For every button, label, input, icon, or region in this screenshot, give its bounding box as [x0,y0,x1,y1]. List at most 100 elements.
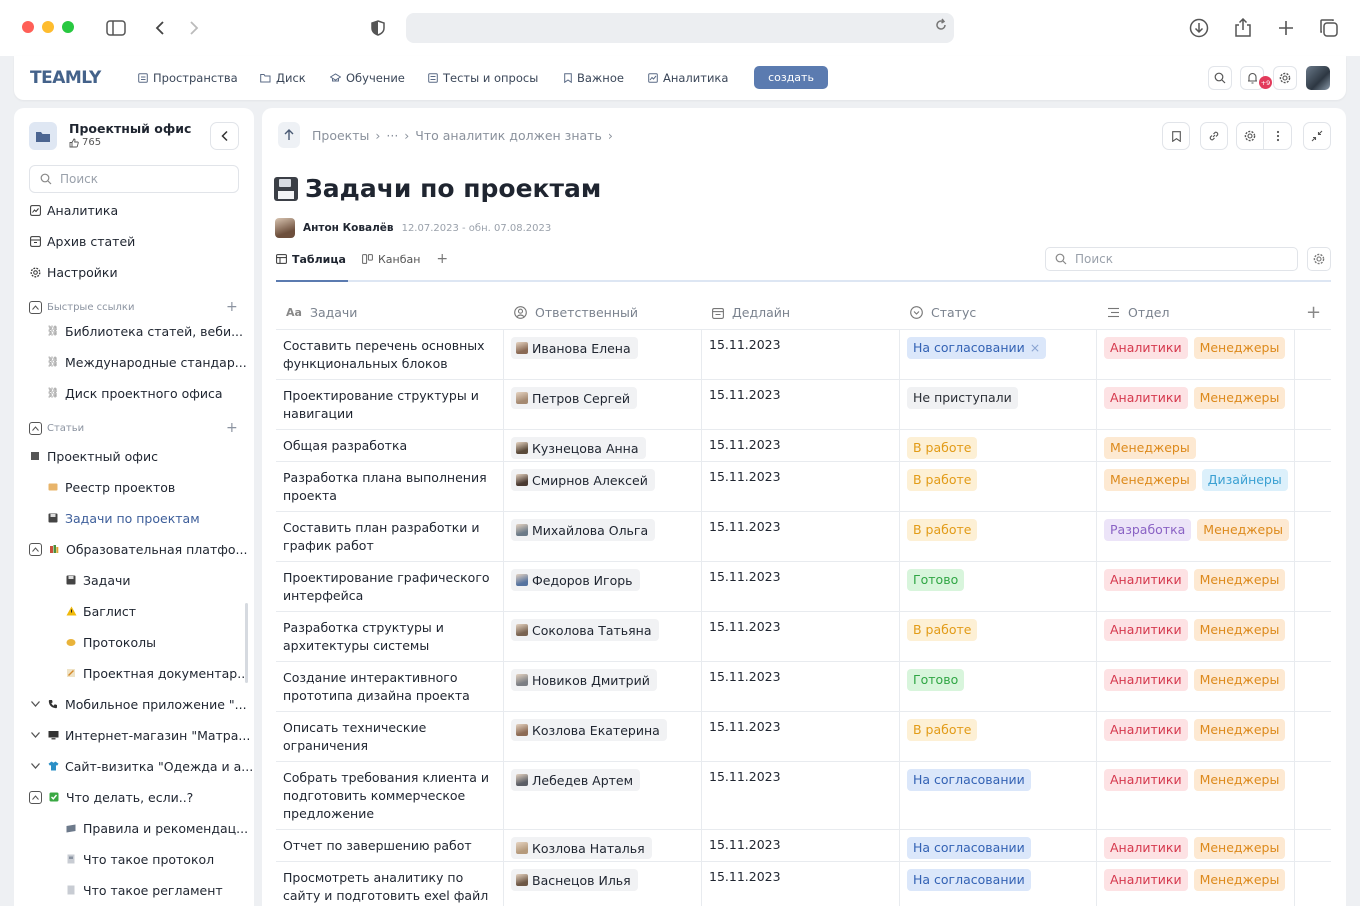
column-header-department[interactable]: Отдел [1097,296,1169,329]
forward-icon[interactable] [182,16,206,40]
assignee-chip[interactable]: Петров Сергей [511,387,638,409]
cell-assignee[interactable]: Козлова Наталья [504,830,700,861]
tree-item-registry[interactable]: Реестр проектов [47,478,175,496]
cell-task[interactable]: Просмотреть аналитику по сайту и подгото… [276,862,502,906]
articles-section[interactable]: Статьи [29,422,84,435]
cell-deadline[interactable]: 15.11.2023 [702,662,898,711]
cell-status[interactable]: Не приступали [900,380,1096,429]
department-tag[interactable]: Менеджеры [1193,569,1286,591]
shield-icon[interactable] [366,16,390,40]
department-tag[interactable]: Аналитики [1104,719,1188,741]
cell-department[interactable]: Аналитики Менеджеры [1097,712,1293,761]
cell-assignee[interactable]: Новиков Дмитрий [504,662,700,711]
cell-department[interactable]: Аналитики Менеджеры [1097,330,1293,379]
table-row[interactable]: Просмотреть аналитику по сайту и подгото… [276,861,1331,906]
assignee-chip[interactable]: Михайлова Ольга [511,519,656,541]
cell-status[interactable]: На согласовании [900,762,1096,829]
cell-department[interactable]: Аналитики Менеджеры [1097,662,1293,711]
column-header-status[interactable]: Статус [900,296,976,329]
table-row[interactable]: Общая разработка Кузнецова Анна 15.11.2023… [276,429,1331,461]
department-tag[interactable]: Разработка [1104,519,1192,541]
tab-kanban[interactable]: Канбан [362,253,420,266]
status-badge[interactable]: Готово [907,569,965,591]
reload-icon[interactable] [934,18,948,32]
department-tag[interactable]: Аналитики [1104,337,1188,359]
cell-deadline[interactable]: 15.11.2023 [702,512,898,561]
sidebar-scrollbar[interactable] [245,603,248,683]
department-tag[interactable]: Менеджеры [1193,619,1286,641]
maximize-window-dot[interactable] [62,21,74,33]
department-tag[interactable]: Менеджеры [1193,337,1286,359]
assignee-chip[interactable]: Смирнов Алексей [511,469,655,491]
cell-assignee[interactable]: Соколова Татьяна [504,612,700,661]
page-settings-button[interactable] [1236,122,1264,150]
tree-item-protocols[interactable]: Протоколы [65,633,156,651]
cell-assignee[interactable]: Петров Сергей [504,380,700,429]
cell-task[interactable]: Проектирование структуры и навигации [276,380,502,429]
cell-deadline[interactable]: 15.11.2023 [702,712,898,761]
cell-department[interactable]: Аналитики Менеджеры [1097,830,1293,861]
department-tag[interactable]: Менеджеры [1193,869,1286,891]
cell-department[interactable]: Аналитики Менеджеры [1097,862,1293,906]
department-tag[interactable]: Менеджеры [1197,519,1290,541]
sidebar-item-archive[interactable]: Архив статей [29,232,135,250]
share-icon[interactable] [1231,16,1255,40]
status-badge[interactable]: Готово [907,669,965,691]
cell-status[interactable]: Готово [900,562,1096,611]
assignee-chip[interactable]: Новиков Дмитрий [511,669,657,691]
department-tag[interactable]: Аналитики [1104,769,1188,791]
breadcrumb-analyst[interactable]: Что аналитик должен знать [415,128,602,143]
status-badge[interactable]: На согласовании [907,837,1031,859]
sidebar-item-settings[interactable]: Настройки [29,263,118,281]
table-row[interactable]: Отчет по завершению работ Козлова Наталья… [276,829,1331,861]
minimize-window-dot[interactable] [42,21,54,33]
tree-item-project-tasks[interactable]: Задачи по проектам [47,509,200,527]
cell-task[interactable]: Создание интерактивного прототипа дизайн… [276,662,502,711]
cell-deadline[interactable]: 15.11.2023 [702,762,898,829]
quick-link-item[interactable]: ⛓ Диск проектного офиса [47,384,223,402]
nav-important[interactable]: Важное [564,71,624,85]
cell-deadline[interactable]: 15.11.2023 [702,380,898,429]
status-badge[interactable]: В работе [907,619,978,641]
cell-department[interactable]: Аналитики Менеджеры [1097,562,1293,611]
quick-link-item[interactable]: ⛓ Библиотека статей, веби... [47,322,243,340]
cell-assignee[interactable]: Кузнецова Анна [504,430,700,461]
tree-item-tasks[interactable]: Задачи [65,571,131,589]
collapse-icon[interactable] [29,542,42,556]
column-header-deadline[interactable]: Дедлайн [702,296,790,329]
cell-deadline[interactable]: 15.11.2023 [702,330,898,379]
bookmark-button[interactable] [1162,122,1190,150]
cell-assignee[interactable]: Федоров Игорь [504,562,700,611]
department-tag[interactable]: Менеджеры [1104,469,1196,491]
cell-department[interactable]: Аналитики Менеджеры [1097,762,1293,829]
assignee-chip[interactable]: Иванова Елена [511,337,638,359]
table-row[interactable]: Собрать требования клиента и подготовить… [276,761,1331,829]
global-search-button[interactable] [1208,66,1232,90]
cell-deadline[interactable]: 15.11.2023 [702,562,898,611]
department-tag[interactable]: Менеджеры [1193,769,1286,791]
department-tag[interactable]: Менеджеры [1193,387,1286,409]
cell-status[interactable]: На согласовании [900,862,1096,906]
quick-link-item[interactable]: ⛓ Международные стандар... [47,353,247,371]
cell-department[interactable]: Разработка Менеджеры [1097,512,1293,561]
more-options-button[interactable] [1264,122,1292,150]
chevron-down-icon[interactable] [29,698,41,710]
status-badge[interactable]: В работе [907,437,978,459]
quick-links-section[interactable]: Быстрые ссылки [29,301,134,314]
status-badge[interactable]: В работе [907,719,978,741]
cell-task[interactable]: Проектирование графического интерфейса [276,562,502,611]
user-avatar[interactable] [1306,66,1330,90]
cell-deadline[interactable]: 15.11.2023 [702,830,898,861]
tree-item-what-is-protocol[interactable]: Что такое протокол [65,850,214,868]
add-article-button[interactable]: + [226,420,238,436]
nav-education[interactable]: Обучение [330,71,405,85]
collapse-view-button[interactable] [1303,122,1331,150]
cell-department[interactable]: Менеджеры [1097,430,1293,461]
tree-item-what-is-regulation[interactable]: Что такое регламент [65,881,223,899]
department-tag[interactable]: Дизайнеры [1201,469,1288,491]
tree-item-online-store[interactable]: Интернет-магазин "Матра... [29,726,250,744]
column-header-tasks[interactable]: Aa Задачи [276,296,357,329]
nav-disk[interactable]: Диск [260,71,306,85]
status-badge[interactable]: Не приступали [907,387,1018,409]
go-up-button[interactable] [278,122,300,148]
